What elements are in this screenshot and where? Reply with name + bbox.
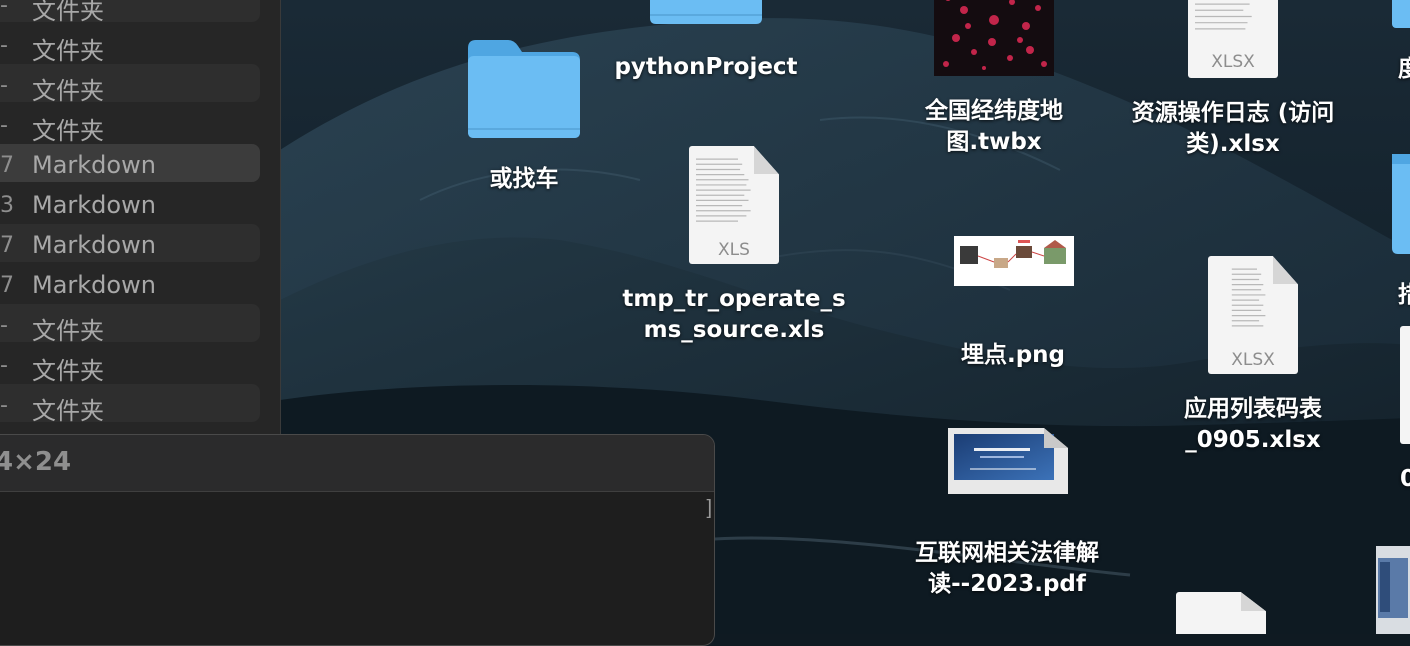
finder-row[interactable]: - 文件夹 — [0, 384, 260, 425]
pdf-thumbnail-icon — [948, 428, 1068, 494]
finder-row-size: 7 — [0, 233, 14, 258]
terminal-title: 4×24 — [0, 447, 72, 477]
label-line-2: 读--2023.pdf — [928, 571, 1086, 597]
finder-row-size: - — [0, 393, 8, 418]
finder-row-kind: Markdown — [32, 151, 156, 179]
desktop-item-label: 埋点.png — [960, 342, 1066, 368]
finder-row[interactable]: 7 Markdown — [0, 224, 260, 262]
desktop-folder-partial[interactable]: 度 — [1392, 0, 1410, 100]
finder-row-kind: 文件夹 — [32, 77, 104, 105]
terminal-titlebar[interactable]: 4×24 — [0, 435, 714, 492]
finder-row-kind: 文件夹 — [32, 0, 104, 25]
label-line-1: 资源操作日志 (访问 — [1131, 100, 1335, 126]
finder-row-kind: 文件夹 — [32, 37, 104, 65]
finder-row-kind: 文件夹 — [32, 317, 104, 345]
desktop-folder-partial[interactable]: 措 — [1392, 150, 1410, 312]
folder-icon — [468, 40, 580, 138]
finder-row-kind: 文件夹 — [32, 357, 104, 385]
desktop-item-label: 或找车 — [489, 166, 559, 192]
desktop-item-label: 全国经纬度地 图.twbx — [906, 96, 1082, 158]
desktop-item-label: pythonProject — [614, 54, 798, 80]
finder-list-panel: - 文件夹 - 文件夹 - 文件夹 - 文件夹 7 Markdown 3 Mar… — [0, 0, 281, 465]
finder-row[interactable]: - 文件夹 — [0, 304, 260, 345]
terminal-window[interactable]: 4×24 ] — [0, 434, 715, 646]
finder-row[interactable]: - 文件夹 — [0, 104, 260, 145]
finder-row[interactable]: - 文件夹 — [0, 344, 260, 385]
label-line-2: 类).xlsx — [1186, 131, 1280, 157]
finder-row-kind: 文件夹 — [32, 117, 104, 145]
finder-row-kind: Markdown — [32, 191, 156, 219]
desktop-file-partial[interactable]: 0 — [1398, 324, 1410, 494]
finder-row-size: 3 — [0, 193, 14, 218]
finder-row-size: - — [0, 33, 8, 58]
desktop-file-xlsx[interactable]: XLSX 应用列表码表 _0905.xlsx — [1158, 254, 1348, 464]
finder-row-selected[interactable]: 7 Markdown — [0, 144, 260, 182]
finder-row-kind: 文件夹 — [32, 397, 104, 425]
desktop-file-partial[interactable] — [1176, 592, 1266, 634]
terminal-scroll-marker: ] — [706, 497, 712, 519]
map-thumbnail-icon — [934, 0, 1054, 76]
xlsx-file-icon: XLSX — [1208, 256, 1298, 374]
folder-icon — [1392, 154, 1410, 254]
finder-row-size: - — [0, 0, 8, 18]
finder-row[interactable]: 3 Markdown — [0, 184, 260, 222]
xlsx-file-icon: XLSX — [1188, 0, 1278, 78]
desktop-item-label: 度 — [1398, 56, 1410, 82]
desktop-file-pdf[interactable]: 互联网相关法律解 读--2023.pdf — [898, 424, 1116, 604]
desktop-file-twbx[interactable]: 全国经纬度地 图.twbx — [906, 0, 1082, 160]
finder-row-size: - — [0, 73, 8, 98]
screenshot-thumbnail-icon — [1376, 546, 1410, 634]
label-line-2: _0905.xlsx — [1185, 427, 1321, 453]
file-icon — [1176, 592, 1266, 634]
file-ext-label: XLS — [718, 240, 750, 260]
image-thumbnail-icon — [954, 236, 1074, 286]
label-line-1: 全国经纬度地 — [925, 98, 1063, 124]
finder-row-kind: Markdown — [32, 271, 156, 299]
desktop-thumbnail-partial[interactable] — [1376, 546, 1410, 634]
label-line-1: tmp_tr_operate_s — [622, 286, 846, 312]
desktop-file-xls[interactable]: XLS tmp_tr_operate_s ms_source.xls — [616, 144, 852, 354]
finder-row-size: - — [0, 353, 8, 378]
desktop-folder[interactable]: 或找车 — [456, 30, 592, 200]
finder-row-kind: Markdown — [32, 231, 156, 259]
folder-icon — [650, 0, 762, 24]
desktop-file-xlsx[interactable]: XLSX 资源操作日志 (访问 类).xlsx — [1118, 0, 1348, 162]
desktop-file-png[interactable]: 埋点.png — [946, 232, 1080, 374]
desktop-folder[interactable]: pythonProject — [612, 0, 800, 100]
finder-row[interactable]: 7 Markdown — [0, 264, 260, 302]
xls-file-icon: XLS — [689, 146, 779, 264]
finder-row-size: - — [0, 113, 8, 138]
finder-row-size: 7 — [0, 273, 14, 298]
finder-row-size: 7 — [0, 153, 14, 178]
label-line-2: 图.twbx — [946, 129, 1042, 155]
label-line-1: 互联网相关法律解 — [915, 540, 1099, 566]
desktop-item-label: 应用列表码表 _0905.xlsx — [1158, 394, 1348, 456]
desktop-item-label: 互联网相关法律解 读--2023.pdf — [898, 538, 1116, 600]
file-ext-label: XLSX — [1231, 350, 1275, 370]
file-ext-label: XLSX — [1211, 52, 1255, 72]
finder-row[interactable]: - 文件夹 — [0, 64, 260, 105]
desktop-item-label: 资源操作日志 (访问 类).xlsx — [1118, 98, 1348, 160]
file-icon — [1400, 326, 1410, 444]
finder-row-size: - — [0, 313, 8, 338]
label-line-1: 应用列表码表 — [1184, 396, 1322, 422]
finder-row[interactable]: - 文件夹 — [0, 0, 260, 25]
desktop-item-label: tmp_tr_operate_s ms_source.xls — [616, 284, 852, 346]
desktop-item-label: 措 — [1398, 282, 1410, 308]
desktop-item-label: 0 — [1400, 466, 1410, 492]
finder-row[interactable]: - 文件夹 — [0, 24, 260, 65]
label-line-2: ms_source.xls — [643, 317, 825, 343]
folder-icon — [1392, 0, 1410, 28]
